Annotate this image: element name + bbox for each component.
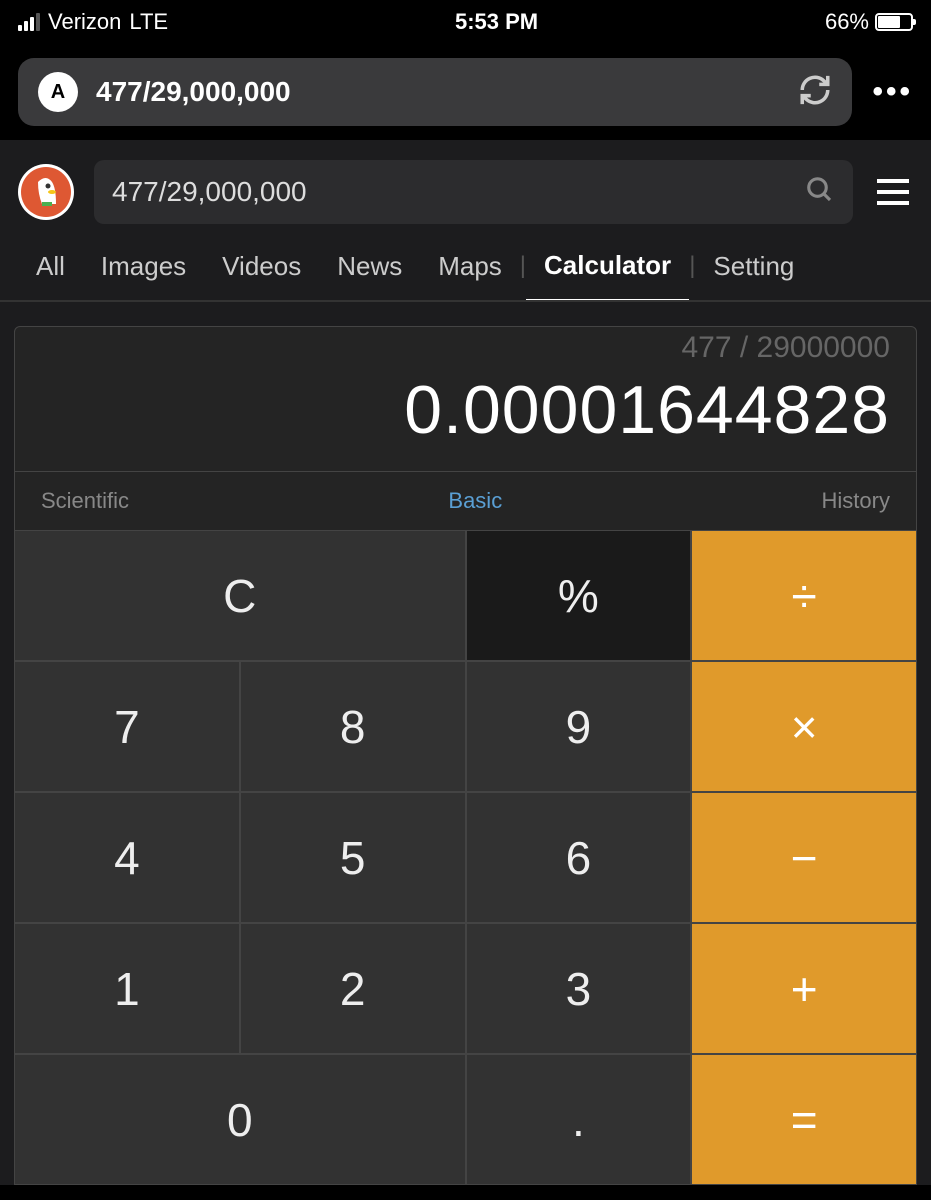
time-label: 5:53 PM [455,9,538,35]
tab-images[interactable]: Images [83,251,204,300]
btn-1[interactable]: 1 [15,924,239,1053]
tab-news[interactable]: News [319,251,420,300]
btn-4[interactable]: 4 [15,793,239,922]
btn-plus[interactable]: + [692,924,916,1053]
battery-icon [875,13,913,31]
search-header [0,140,931,224]
btn-8[interactable]: 8 [241,662,465,791]
btn-9[interactable]: 9 [467,662,691,791]
btn-minus[interactable]: − [692,793,916,922]
calculator: 477 / 29000000 0.00001644828 Scientific … [0,302,931,1185]
carrier-label: Verizon [48,9,121,35]
btn-equals[interactable]: = [692,1055,916,1184]
search-icon[interactable] [805,175,835,210]
mode-scientific[interactable]: Scientific [41,488,129,514]
search-tabs: All Images Videos News Maps | Calculator… [0,224,931,302]
battery-pct-label: 66% [825,9,869,35]
calc-display: 477 / 29000000 0.00001644828 [14,326,917,472]
calc-keypad: C % ÷ 7 8 9 × 4 5 6 − 1 2 3 + 0 . = [14,530,917,1185]
btn-decimal[interactable]: . [467,1055,691,1184]
btn-percent[interactable]: % [467,531,691,660]
calc-expression: 477 / 29000000 [41,331,890,361]
tab-all[interactable]: All [18,251,83,300]
duckduckgo-logo-icon[interactable] [18,164,74,220]
mode-history[interactable]: History [822,488,890,514]
url-bar[interactable]: A 477/29,000,000 [18,58,852,126]
search-input[interactable] [112,176,805,208]
status-right: 66% [825,9,913,35]
status-bar: Verizon LTE 5:53 PM 66% [0,0,931,44]
status-left: Verizon LTE [18,9,168,35]
search-box[interactable] [94,160,853,224]
tab-maps[interactable]: Maps [420,251,520,300]
signal-icon [18,13,40,31]
btn-6[interactable]: 6 [467,793,691,922]
btn-clear[interactable]: C [15,531,465,660]
tab-videos[interactable]: Videos [204,251,319,300]
hamburger-menu-icon[interactable] [873,175,913,209]
btn-divide[interactable]: ÷ [692,531,916,660]
calc-result: 0.00001644828 [41,371,890,449]
url-text: 477/29,000,000 [96,76,780,108]
calc-mode-tabs: Scientific Basic History [14,472,917,530]
browser-toolbar: A 477/29,000,000 ••• [0,44,931,140]
btn-3[interactable]: 3 [467,924,691,1053]
reader-mode-badge[interactable]: A [38,72,78,112]
btn-5[interactable]: 5 [241,793,465,922]
btn-0[interactable]: 0 [15,1055,465,1184]
network-label: LTE [129,9,168,35]
mode-basic[interactable]: Basic [448,488,502,514]
more-menu-icon[interactable]: ••• [872,75,913,109]
btn-2[interactable]: 2 [241,924,465,1053]
btn-7[interactable]: 7 [15,662,239,791]
btn-multiply[interactable]: × [692,662,916,791]
refresh-icon[interactable] [798,73,832,112]
tab-calculator[interactable]: Calculator [526,250,689,302]
tab-settings[interactable]: Setting [695,251,812,300]
